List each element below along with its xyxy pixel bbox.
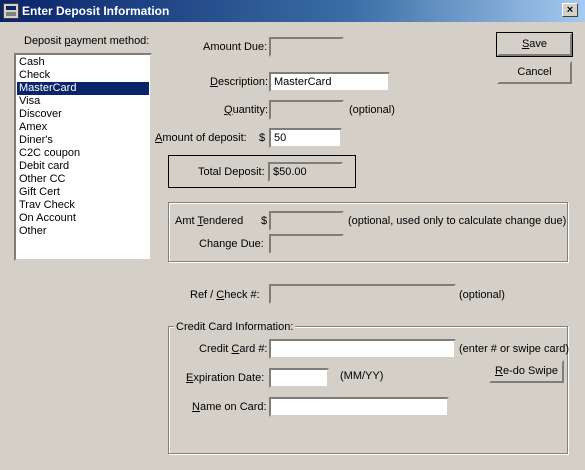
list-item[interactable]: On Account [17, 212, 149, 225]
list-item[interactable]: Visa [17, 95, 149, 108]
expiration-date-label: Expiration Date: [186, 372, 265, 384]
list-item[interactable]: Debit card [17, 160, 149, 173]
description-input[interactable]: MasterCard [269, 72, 390, 92]
expiration-date-note: (MM/YY) [340, 370, 384, 382]
credit-card-number-label: Credit Card #: [199, 343, 268, 355]
list-item[interactable]: Gift Cert [17, 186, 149, 199]
window-title: Enter Deposit Information [22, 4, 170, 18]
cancel-button[interactable]: Cancel [497, 61, 572, 84]
list-item[interactable]: Diner's [17, 134, 149, 147]
ref-check-field [269, 284, 456, 304]
amount-of-deposit-input[interactable]: 50 [269, 128, 342, 148]
list-item[interactable]: Check [17, 69, 149, 82]
quantity-note: (optional) [349, 104, 395, 116]
list-item[interactable]: Other [17, 225, 149, 238]
amt-tendered-note: (optional, used only to calculate change… [348, 215, 567, 227]
name-on-card-label: Name on Card: [192, 401, 267, 413]
name-on-card-input[interactable] [269, 397, 449, 417]
list-item[interactable]: Trav Check [17, 199, 149, 212]
expiration-date-input[interactable] [269, 368, 329, 388]
quantity-label: Quantity: [224, 104, 269, 116]
deposit-currency-symbol: $ [259, 132, 266, 144]
change-due-field [269, 234, 344, 254]
list-item[interactable]: Discover [17, 108, 149, 121]
tendered-currency-symbol: $ [261, 215, 268, 227]
ref-check-note: (optional) [459, 289, 505, 301]
list-item[interactable]: Other CC [17, 173, 149, 186]
payment-method-label: Deposit payment method: [24, 35, 150, 47]
list-item[interactable]: C2C coupon [17, 147, 149, 160]
close-button[interactable]: × [562, 3, 578, 17]
amount-due-field [269, 37, 344, 57]
description-label: Description: [210, 76, 269, 88]
amount-of-deposit-label: Amount of deposit: [155, 132, 247, 144]
credit-card-legend: Credit Card Information: [174, 320, 296, 334]
amt-tendered-field [269, 211, 344, 231]
list-item[interactable]: Cash [17, 56, 149, 69]
list-item[interactable]: MasterCard [17, 82, 149, 95]
redo-swipe-button[interactable]: Re-do Swipe [489, 360, 564, 383]
credit-card-number-input[interactable] [269, 339, 456, 359]
total-deposit-label: Total Deposit: [198, 166, 265, 178]
save-button[interactable]: Save [496, 32, 573, 57]
credit-card-note: (enter # or swipe card) [459, 343, 570, 355]
list-item[interactable]: Amex [17, 121, 149, 134]
amount-due-label: Amount Due: [203, 41, 268, 53]
total-deposit-value: $50.00 [268, 162, 343, 182]
quantity-field [269, 100, 344, 120]
amt-tendered-label: Amt Tendered [175, 215, 244, 227]
change-due-label: Change Due: [199, 238, 264, 250]
app-icon [3, 3, 19, 19]
ref-check-label: Ref / Check #: [190, 289, 260, 301]
tendered-groupbox [168, 202, 568, 262]
payment-method-list[interactable]: Cash Check MasterCard Visa Discover Amex Diner… [14, 53, 152, 261]
